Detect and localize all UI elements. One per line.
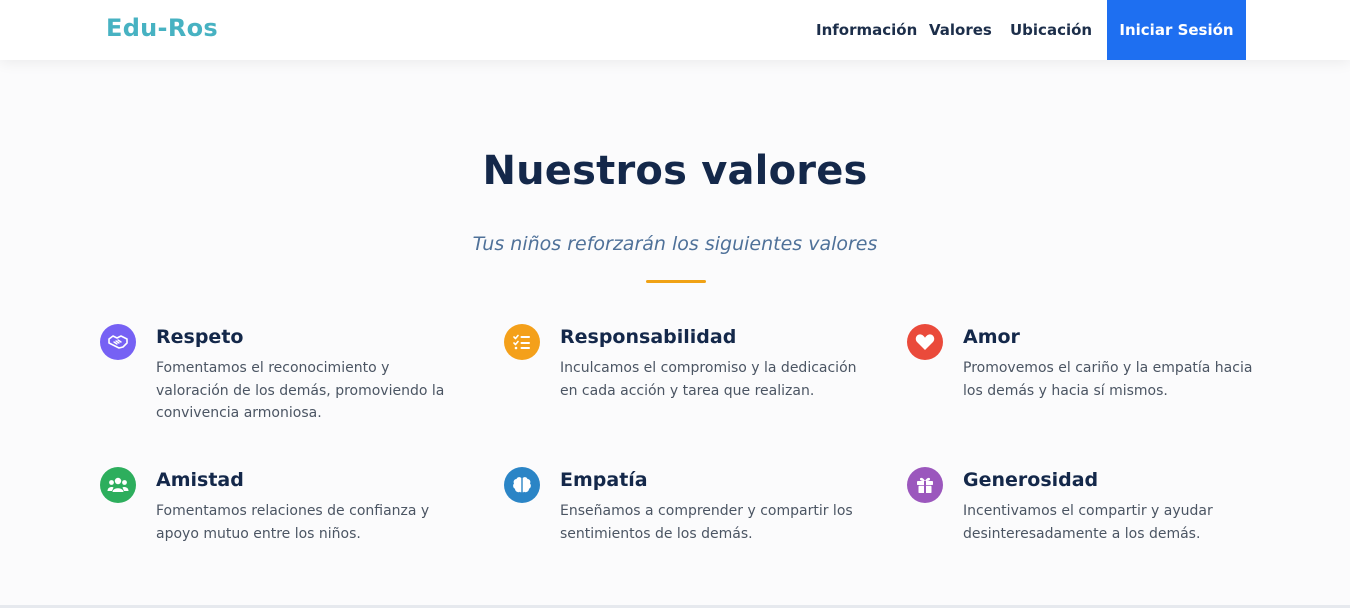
value-description: Promovemos el cariño y la empatía hacia … — [963, 360, 1253, 399]
brain-icon — [504, 467, 540, 503]
section-title: Nuestros valores — [482, 148, 868, 194]
gift-icon — [907, 467, 943, 503]
task-list-icon — [504, 324, 540, 360]
value-title: Amor — [963, 326, 1020, 348]
site-logo[interactable]: Edu-Ros — [106, 14, 218, 42]
value-title: Empatía — [560, 469, 648, 491]
nav-link-valores[interactable]: Valores — [929, 21, 992, 39]
nav-link-ubicacion[interactable]: Ubicación — [1010, 21, 1092, 39]
value-title: Responsabilidad — [560, 326, 737, 348]
users-icon — [100, 467, 136, 503]
top-navbar: Edu-Ros Información Valores Ubicación In… — [0, 0, 1350, 60]
value-description: Enseñamos a comprender y compartir los s… — [560, 503, 853, 542]
value-description: Fomentamos el reconocimiento y valoració… — [156, 360, 445, 421]
login-button[interactable]: Iniciar Sesión — [1107, 0, 1246, 60]
value-description: Inculcamos el compromiso y la dedicación… — [560, 360, 857, 399]
nav-link-informacion[interactable]: Información — [816, 21, 917, 39]
heart-icon — [907, 324, 943, 360]
value-description: Fomentamos relaciones de confianza y apo… — [156, 503, 430, 542]
value-description: Incentivamos el compartir y ayudar desin… — [963, 503, 1213, 542]
value-title: Generosidad — [963, 469, 1099, 491]
value-title: Respeto — [156, 326, 244, 348]
value-title: Amistad — [156, 469, 244, 491]
section-subtitle: Tus niños reforzarán los siguientes valo… — [472, 233, 878, 255]
section-divider — [646, 280, 706, 283]
handshake-icon — [100, 324, 136, 360]
